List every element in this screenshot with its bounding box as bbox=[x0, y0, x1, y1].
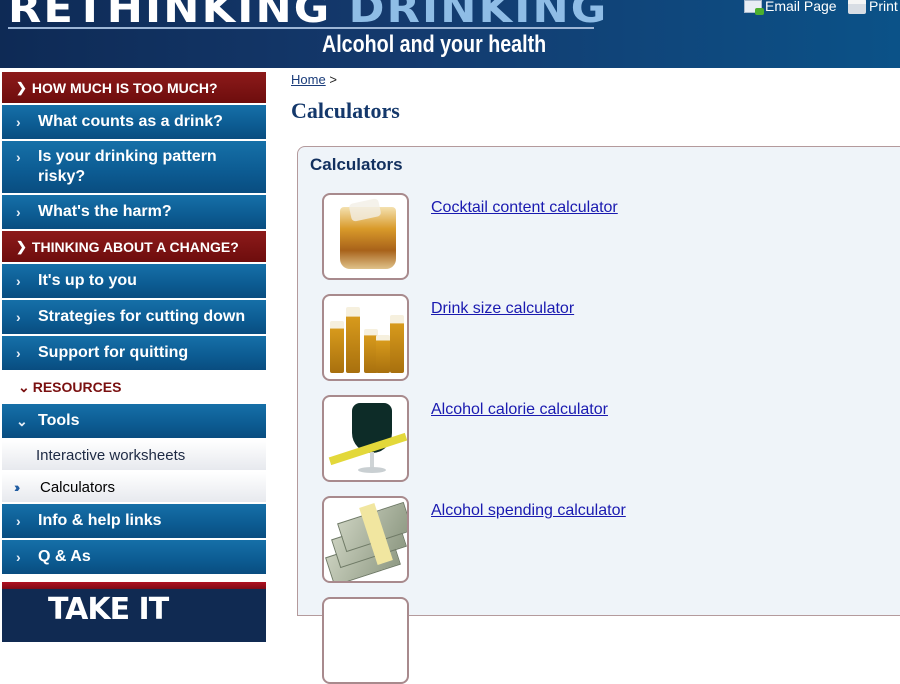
logo-divider bbox=[8, 27, 594, 29]
calculator-item: Alcohol spending calculator bbox=[322, 496, 626, 583]
chevron-down-icon: ⌄ bbox=[18, 378, 30, 395]
printer-icon bbox=[848, 0, 866, 14]
nav-sub-label: Interactive worksheets bbox=[36, 446, 186, 464]
promo-text: TAKE IT bbox=[48, 592, 169, 627]
nav-item-label: Support for quitting bbox=[38, 344, 189, 361]
nav-sub-calculators[interactable]: ›› Calculators bbox=[2, 472, 266, 502]
site-header: RETHINKING DRINKING Alcohol and your hea… bbox=[0, 0, 900, 68]
nav-item-label: Info & help links bbox=[38, 512, 162, 529]
nav-section-thinking-change[interactable]: ❯ THINKING ABOUT A CHANGE? bbox=[2, 231, 266, 262]
chevron-right-icon: › bbox=[16, 204, 21, 220]
beer-glasses-image[interactable] bbox=[322, 294, 409, 381]
nav-item-tools[interactable]: ⌄ Tools bbox=[2, 404, 266, 438]
breadcrumb: Home > bbox=[291, 72, 337, 87]
calculator-item: Cocktail content calculator bbox=[322, 193, 618, 280]
breadcrumb-separator: > bbox=[329, 72, 337, 87]
print-label: Print bbox=[869, 0, 898, 14]
calculator-item: Alcohol calorie calculator bbox=[322, 395, 608, 482]
nav-item-info-help[interactable]: › Info & help links bbox=[2, 504, 266, 538]
chevron-right-icon: › bbox=[16, 149, 21, 165]
chevron-right-icon: ❯ bbox=[16, 79, 27, 95]
chevron-right-icon: › bbox=[16, 309, 21, 325]
nav-item-what-counts[interactable]: › What counts as a drink? bbox=[2, 105, 266, 139]
calculator-item bbox=[322, 597, 409, 684]
print-link[interactable]: Print bbox=[848, 0, 898, 14]
nav-item-whats-the-harm[interactable]: › What's the harm? bbox=[2, 195, 266, 229]
nav-item-label: Is your drinking pattern risky? bbox=[38, 148, 217, 185]
cocktail-glass-image[interactable] bbox=[322, 193, 409, 280]
page-title: Calculators bbox=[291, 98, 400, 123]
calculator-thumbnail-partial[interactable] bbox=[322, 597, 409, 684]
chevron-right-icon: › bbox=[16, 273, 21, 289]
cash-stack-image[interactable] bbox=[322, 496, 409, 583]
nav-item-up-to-you[interactable]: › It's up to you bbox=[2, 264, 266, 298]
alcohol-calorie-calculator-link[interactable]: Alcohol calorie calculator bbox=[431, 401, 608, 482]
email-icon bbox=[744, 0, 764, 15]
chevron-right-icon: › bbox=[16, 114, 21, 130]
nav-item-label: What's the harm? bbox=[38, 203, 172, 220]
email-page-link[interactable]: Email Page bbox=[744, 0, 837, 15]
nav-sub-interactive-worksheets[interactable]: Interactive worksheets bbox=[2, 440, 266, 470]
nav-section-label: RESOURCES bbox=[32, 379, 122, 395]
promo-banner[interactable]: TAKE IT bbox=[2, 582, 266, 642]
nav-section-resources[interactable]: ⌄ RESOURCES bbox=[2, 372, 266, 402]
panel-title: Calculators bbox=[310, 155, 403, 174]
site-subtitle: Alcohol and your health bbox=[322, 31, 547, 58]
alcohol-spending-calculator-link[interactable]: Alcohol spending calculator bbox=[431, 502, 626, 583]
nav-item-label: What counts as a drink? bbox=[38, 113, 223, 130]
breadcrumb-home-link[interactable]: Home bbox=[291, 72, 326, 87]
chevron-right-icon: ❯ bbox=[16, 238, 27, 254]
calculator-item: Drink size calculator bbox=[322, 294, 574, 381]
nav-sub-label: Calculators bbox=[40, 478, 116, 496]
chevron-right-icon: › bbox=[16, 513, 21, 529]
nav-item-support-quitting[interactable]: › Support for quitting bbox=[2, 336, 266, 370]
chevron-down-icon: ⌄ bbox=[16, 413, 28, 429]
beer-measuring-tape-image[interactable] bbox=[322, 395, 409, 482]
chevron-right-icon: › bbox=[16, 549, 21, 565]
nav-item-pattern-risky[interactable]: › Is your drinking pattern risky? bbox=[2, 141, 266, 193]
email-page-label: Email Page bbox=[765, 0, 837, 14]
nav-item-qas[interactable]: › Q & As bbox=[2, 540, 266, 574]
sidebar-nav: ❯ HOW MUCH IS TOO MUCH? › What counts as… bbox=[2, 72, 266, 642]
drink-size-calculator-link[interactable]: Drink size calculator bbox=[431, 300, 574, 381]
nav-item-label: Strategies for cutting down bbox=[38, 308, 246, 325]
double-chevron-icon: ›› bbox=[14, 479, 20, 495]
chevron-right-icon: › bbox=[16, 345, 21, 361]
nav-item-label: It's up to you bbox=[38, 272, 137, 289]
cocktail-content-calculator-link[interactable]: Cocktail content calculator bbox=[431, 199, 618, 280]
nav-item-label: Tools bbox=[38, 412, 80, 429]
nav-item-label: Q & As bbox=[38, 548, 91, 565]
nav-section-how-much[interactable]: ❯ HOW MUCH IS TOO MUCH? bbox=[2, 72, 266, 103]
nav-item-strategies[interactable]: › Strategies for cutting down bbox=[2, 300, 266, 334]
nav-section-label: HOW MUCH IS TOO MUCH? bbox=[31, 79, 218, 96]
calculators-panel: Calculators Cocktail content calculator … bbox=[297, 146, 900, 684]
nav-section-label: THINKING ABOUT A CHANGE? bbox=[31, 238, 239, 255]
